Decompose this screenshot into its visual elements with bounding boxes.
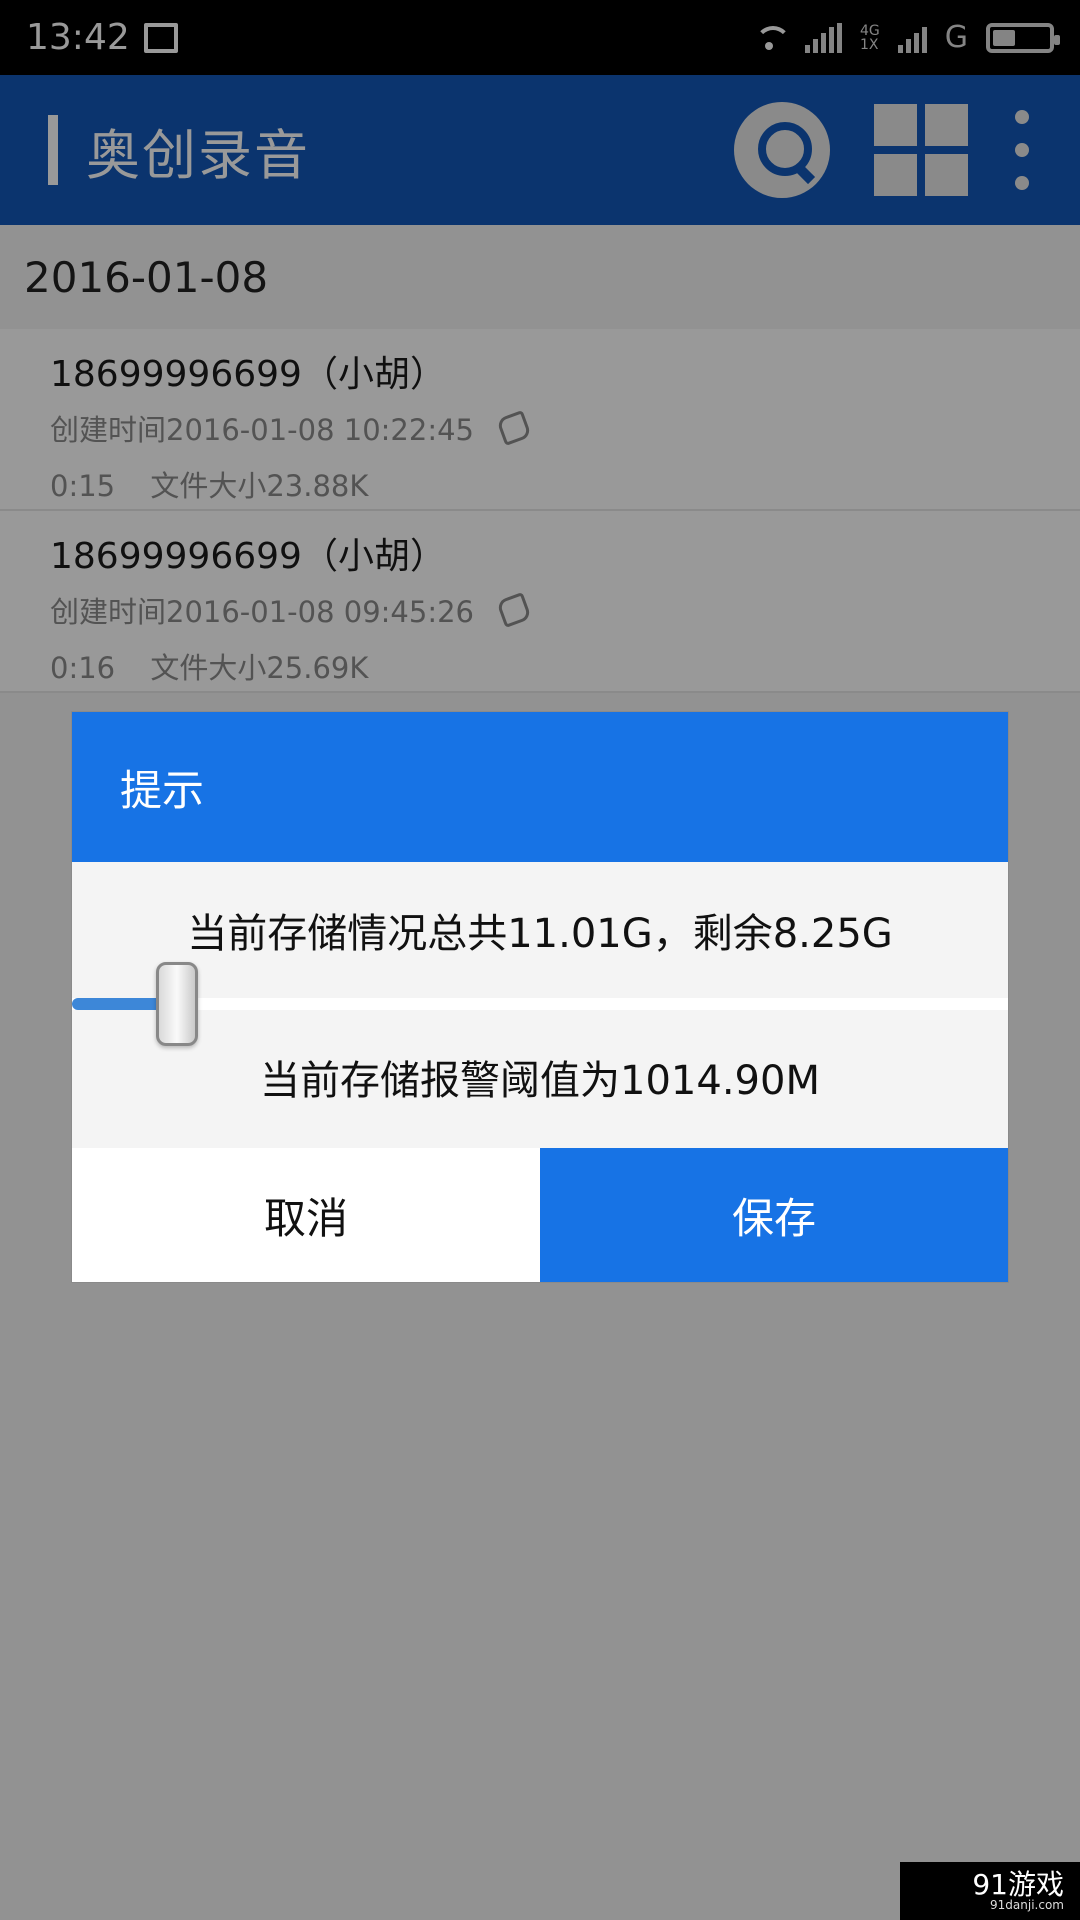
threshold-slider[interactable] <box>72 962 1008 1046</box>
save-button[interactable]: 保存 <box>540 1148 1008 1282</box>
threshold-text: 当前存储报警阈值为1014.90M <box>260 1058 820 1104</box>
watermark: 91游戏 91danji.com <box>900 1862 1080 1920</box>
storage-dialog: 提示 当前存储情况总共11.01G，剩余8.25G 当前存储报警阈值为1014.… <box>72 712 1008 1282</box>
storage-summary-text: 当前存储情况总共11.01G，剩余8.25G <box>187 911 893 957</box>
watermark-text: 91游戏 <box>972 1868 1064 1901</box>
cancel-button[interactable]: 取消 <box>72 1148 540 1282</box>
dialog-buttons: 取消 保存 <box>72 1148 1008 1282</box>
watermark-url: 91danji.com <box>990 1898 1064 1912</box>
dialog-header: 提示 <box>72 712 1008 862</box>
slider-thumb[interactable] <box>156 962 198 1046</box>
